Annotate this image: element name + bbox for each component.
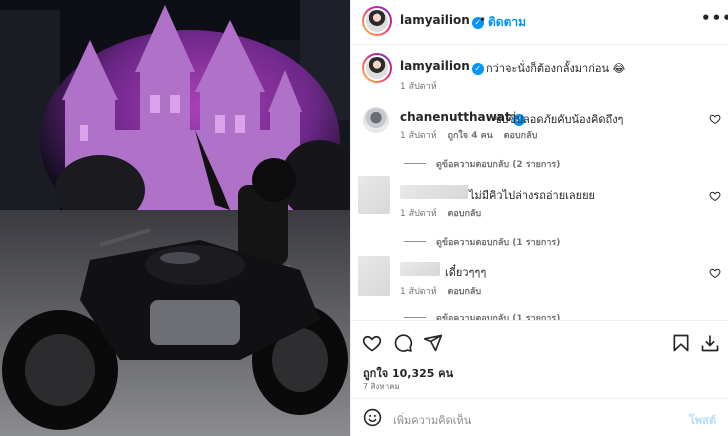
- header-divider: [351, 44, 728, 45]
- post-panel: lamyailion✓ • ติดตาม ••• lamyailion✓ กว่…: [350, 0, 728, 436]
- comment-text: เดี๋ยวๆๆๆ: [445, 266, 487, 279]
- post-date[interactable]: 7 สิงหาคม: [363, 380, 400, 393]
- caption-avatar[interactable]: [362, 53, 392, 83]
- photo-image: [0, 0, 350, 436]
- author-username-text[interactable]: lamyailion: [400, 13, 470, 27]
- view-replies-button[interactable]: ดูข้อความตอบกลับ (1 รายการ): [404, 311, 560, 320]
- comment-username[interactable]: [400, 262, 440, 276]
- emoji-icon[interactable]: [363, 408, 382, 427]
- post-button[interactable]: โพสต์: [689, 411, 716, 429]
- comment-time[interactable]: 1 สัปดาห์: [400, 131, 437, 141]
- heart-icon[interactable]: [709, 267, 721, 279]
- comment-input[interactable]: เพิ่มความคิดเห็น: [393, 411, 471, 429]
- comment-meta: 1 สัปดาห์ ถูกใจ 4 คน ตอบกลับ: [400, 128, 545, 142]
- comment-meta: 1 สัปดาห์ ตอบกลับ: [400, 206, 489, 220]
- post-photo[interactable]: [0, 0, 350, 436]
- comment-likes[interactable]: ถูกใจ 4 คน: [448, 131, 493, 141]
- comment-avatar[interactable]: [358, 176, 390, 214]
- comment-avatar[interactable]: [358, 256, 390, 296]
- verified-icon: ✓: [471, 63, 484, 75]
- follow-button[interactable]: ติดตาม: [488, 13, 526, 32]
- heart-icon[interactable]: [362, 333, 382, 353]
- download-icon[interactable]: [700, 333, 720, 353]
- comment-meta: 1 สัปดาห์ ตอบกลับ: [400, 284, 489, 298]
- heart-icon[interactable]: [709, 113, 721, 125]
- comment-time[interactable]: 1 สัปดาห์: [400, 287, 437, 297]
- comment-text: ขับขี่ปลอดภัยคับน้องคิดถึงๆ: [494, 113, 624, 126]
- comment-icon[interactable]: [393, 333, 413, 353]
- caption-time[interactable]: 1 สัปดาห์: [400, 79, 437, 93]
- reply-button[interactable]: ตอบกลับ: [448, 209, 482, 219]
- share-icon[interactable]: [423, 333, 443, 353]
- author-avatar[interactable]: [362, 6, 392, 36]
- add-comment-divider: [351, 398, 728, 399]
- caption-username[interactable]: lamyailion ✓: [400, 59, 484, 75]
- comment-text: ไม่มีคิวไปล่างรถอ่ายเลยยย: [469, 189, 596, 202]
- caption-username-text[interactable]: lamyailion: [400, 59, 470, 73]
- caption-text: กว่าจะนั่งก็ต้องกลั้งมาก่อน 😂: [486, 62, 626, 75]
- comment-time[interactable]: 1 สัปดาห์: [400, 209, 437, 219]
- heart-icon[interactable]: [709, 190, 721, 202]
- view-replies-button[interactable]: ดูข้อความตอบกลับ (2 รายการ): [404, 157, 560, 171]
- comments-divider: [351, 320, 728, 321]
- reply-button[interactable]: ตอบกลับ: [448, 287, 482, 297]
- comment-avatar[interactable]: [363, 107, 389, 133]
- comment-username[interactable]: [400, 185, 468, 199]
- reply-button[interactable]: ตอบกลับ: [504, 131, 538, 141]
- header-separator: •: [479, 13, 487, 27]
- more-horizontal-icon[interactable]: •••: [701, 9, 728, 27]
- bookmark-icon[interactable]: [671, 333, 691, 353]
- view-replies-button[interactable]: ดูข้อความตอบกลับ (1 รายการ): [404, 235, 560, 249]
- author-username[interactable]: lamyailion ✓: [400, 13, 484, 29]
